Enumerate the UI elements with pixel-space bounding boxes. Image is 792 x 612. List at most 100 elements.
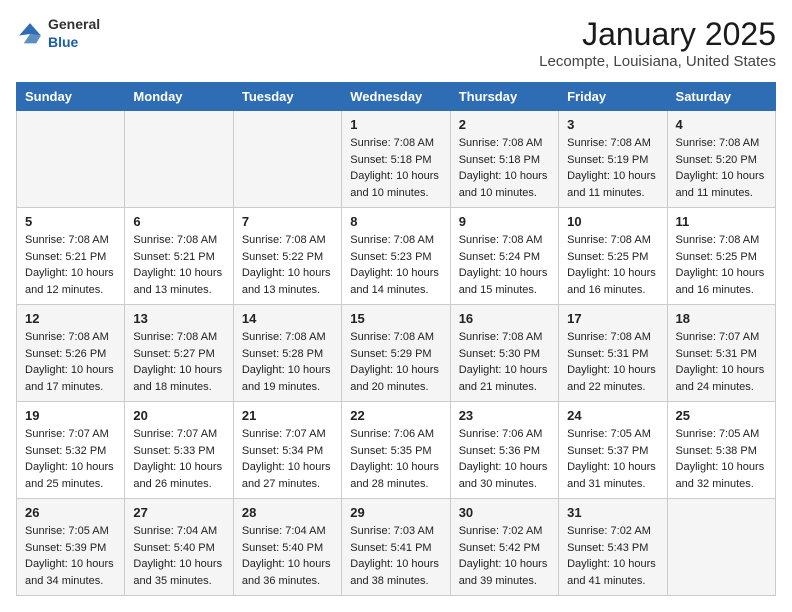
daylight-text: Daylight: 10 hours and 15 minutes. (459, 267, 548, 296)
day-number: 6 (133, 214, 224, 229)
calendar-day-cell: 19 Sunrise: 7:07 AMSunset: 5:32 PMDayligh… (17, 402, 125, 499)
daylight-text: Daylight: 10 hours and 30 minutes. (459, 461, 548, 490)
calendar-day-cell: 15Sunrise: 7:08 AMSunset: 5:29 PMDayligh… (342, 305, 450, 402)
calendar-title: January 2025 (539, 16, 776, 53)
sunrise-text: Sunrise: 7:02 AM (459, 525, 543, 537)
logo-text: General Blue (48, 16, 100, 52)
day-number: 3 (567, 117, 658, 132)
calendar-header-row: SundayMondayTuesdayWednesdayThursdayFrid… (17, 83, 776, 111)
logo-general: General (48, 16, 100, 32)
sunset-text: Sunset: 5:42 PM (459, 542, 540, 554)
calendar-day-cell: 4 Sunrise: 7:08 AMSunset: 5:20 PMDaylight… (667, 111, 775, 208)
daylight-text: Daylight: 10 hours and 11 minutes. (676, 170, 765, 199)
daylight-text: Daylight: 10 hours and 32 minutes. (676, 461, 765, 490)
sunset-text: Sunset: 5:21 PM (25, 251, 106, 263)
calendar-day-cell: 31Sunrise: 7:02 AMSunset: 5:43 PMDayligh… (559, 499, 667, 596)
daylight-text: Daylight: 10 hours and 25 minutes. (25, 461, 114, 490)
daylight-text: Daylight: 10 hours and 13 minutes. (133, 267, 222, 296)
calendar-day-cell: 27Sunrise: 7:04 AMSunset: 5:40 PMDayligh… (125, 499, 233, 596)
sunset-text: Sunset: 5:33 PM (133, 445, 214, 457)
sunset-text: Sunset: 5:40 PM (133, 542, 214, 554)
calendar-subtitle: Lecompte, Louisiana, United States (539, 53, 776, 70)
daylight-text: Daylight: 10 hours and 39 minutes. (459, 558, 548, 587)
calendar-day-cell: 22Sunrise: 7:06 AMSunset: 5:35 PMDayligh… (342, 402, 450, 499)
daylight-text: Daylight: 10 hours and 10 minutes. (459, 170, 548, 199)
sunset-text: Sunset: 5:31 PM (676, 348, 757, 360)
day-number: 26 (25, 505, 116, 520)
day-number: 28 (242, 505, 333, 520)
calendar-day-cell: 10Sunrise: 7:08 AMSunset: 5:25 PMDayligh… (559, 208, 667, 305)
sunset-text: Sunset: 5:22 PM (242, 251, 323, 263)
day-info: Sunrise: 7:05 AMSunset: 5:38 PMDaylight:… (676, 426, 767, 492)
sunset-text: Sunset: 5:24 PM (459, 251, 540, 263)
day-number: 8 (350, 214, 441, 229)
day-number: 27 (133, 505, 224, 520)
sunrise-text: Sunrise: 7:08 AM (459, 331, 543, 343)
title-block: January 2025 Lecompte, Louisiana, United… (539, 16, 776, 70)
day-number: 4 (676, 117, 767, 132)
day-number: 20 (133, 408, 224, 423)
daylight-text: Daylight: 10 hours and 18 minutes. (133, 364, 222, 393)
calendar-day-cell: 17Sunrise: 7:08 AMSunset: 5:31 PMDayligh… (559, 305, 667, 402)
daylight-text: Daylight: 10 hours and 28 minutes. (350, 461, 439, 490)
calendar-day-cell: 1Sunrise: 7:08 AMSunset: 5:18 PMDaylight… (342, 111, 450, 208)
day-info: Sunrise: 7:08 AMSunset: 5:20 PMDaylight:… (676, 135, 767, 201)
sunrise-text: Sunrise: 7:08 AM (459, 234, 543, 246)
sunrise-text: Sunrise: 7:04 AM (242, 525, 326, 537)
calendar-day-cell: 24Sunrise: 7:05 AMSunset: 5:37 PMDayligh… (559, 402, 667, 499)
calendar-day-cell: 23Sunrise: 7:06 AMSunset: 5:36 PMDayligh… (450, 402, 558, 499)
day-info: Sunrise: 7:08 AM Sunset: 5:24 PM Daylight:… (459, 232, 550, 298)
day-number: 19 (25, 408, 116, 423)
calendar-day-cell (17, 111, 125, 208)
daylight-text: Daylight: 10 hours and 16 minutes. (567, 267, 656, 296)
day-number: 29 (350, 505, 441, 520)
daylight-text: Daylight: 10 hours and 22 minutes. (567, 364, 656, 393)
day-info: Sunrise: 7:08 AMSunset: 5:21 PMDaylight:… (25, 232, 116, 298)
day-of-week-header: Sunday (17, 83, 125, 111)
daylight-text: Daylight: 10 hours and 11 minutes. (567, 170, 656, 199)
calendar-day-cell: 28Sunrise: 7:04 AMSunset: 5:40 PMDayligh… (233, 499, 341, 596)
day-of-week-header: Wednesday (342, 83, 450, 111)
logo-icon (16, 20, 44, 48)
day-info: Sunrise: 7:08 AMSunset: 5:30 PMDaylight:… (459, 329, 550, 395)
calendar-day-cell: 3Sunrise: 7:08 AMSunset: 5:19 PMDaylight… (559, 111, 667, 208)
daylight-text: Daylight: 10 hours and 14 minutes. (350, 267, 439, 296)
calendar-week-row: 1 Sunrise: 7:08 AM Sunset: 5:18 PM Daylight… (17, 111, 776, 208)
day-number: 21 (242, 408, 333, 423)
day-info: Sunrise: 7:07 AMSunset: 5:32 PMDaylight:… (25, 426, 116, 492)
calendar-day-cell: 18Sunrise: 7:07 AMSunset: 5:31 PMDayligh… (667, 305, 775, 402)
daylight-text: Daylight: 10 hours and 36 minutes. (242, 558, 331, 587)
daylight-text: Daylight: 10 hours and 10 minutes. (350, 170, 439, 199)
daylight-text: Daylight: 10 hours and 31 minutes. (567, 461, 656, 490)
sunset-text: Sunset: 5:19 PM (567, 154, 648, 166)
calendar-day-cell: 7Sunrise: 7:08 AMSunset: 5:22 PMDaylight… (233, 208, 341, 305)
day-number: 1 (350, 117, 441, 132)
calendar-week-row: 19 Sunrise: 7:07 AMSunset: 5:32 PMDayligh… (17, 402, 776, 499)
daylight-text: Daylight: 10 hours and 21 minutes. (459, 364, 548, 393)
day-number: 14 (242, 311, 333, 326)
calendar-week-row: 26Sunrise: 7:05 AMSunset: 5:39 PMDayligh… (17, 499, 776, 596)
day-number: 2 (459, 117, 550, 132)
sunrise-text: Sunrise: 7:03 AM (350, 525, 434, 537)
sunset-text: Sunset: 5:43 PM (567, 542, 648, 554)
day-number: 22 (350, 408, 441, 423)
daylight-text: Daylight: 10 hours and 24 minutes. (676, 364, 765, 393)
daylight-text: Daylight: 10 hours and 13 minutes. (242, 267, 331, 296)
day-number: 31 (567, 505, 658, 520)
sunrise-text: Sunrise: 7:04 AM (133, 525, 217, 537)
sunset-text: Sunset: 5:38 PM (676, 445, 757, 457)
day-of-week-header: Friday (559, 83, 667, 111)
day-number: 23 (459, 408, 550, 423)
calendar-day-cell: 12Sunrise: 7:08 AMSunset: 5:26 PMDayligh… (17, 305, 125, 402)
sunrise-text: Sunrise: 7:08 AM (459, 137, 543, 149)
day-info: Sunrise: 7:08 AMSunset: 5:23 PMDaylight:… (350, 232, 441, 298)
calendar-day-cell: 21Sunrise: 7:07 AMSunset: 5:34 PMDayligh… (233, 402, 341, 499)
sunset-text: Sunset: 5:32 PM (25, 445, 106, 457)
day-info: Sunrise: 7:07 AMSunset: 5:31 PMDaylight:… (676, 329, 767, 395)
day-info: Sunrise: 7:08 AMSunset: 5:22 PMDaylight:… (242, 232, 333, 298)
day-number: 13 (133, 311, 224, 326)
sunset-text: Sunset: 5:18 PM (350, 154, 431, 166)
day-info: Sunrise: 7:04 AMSunset: 5:40 PMDaylight:… (133, 523, 224, 589)
sunrise-text: Sunrise: 7:08 AM (133, 331, 217, 343)
sunset-text: Sunset: 5:39 PM (25, 542, 106, 554)
